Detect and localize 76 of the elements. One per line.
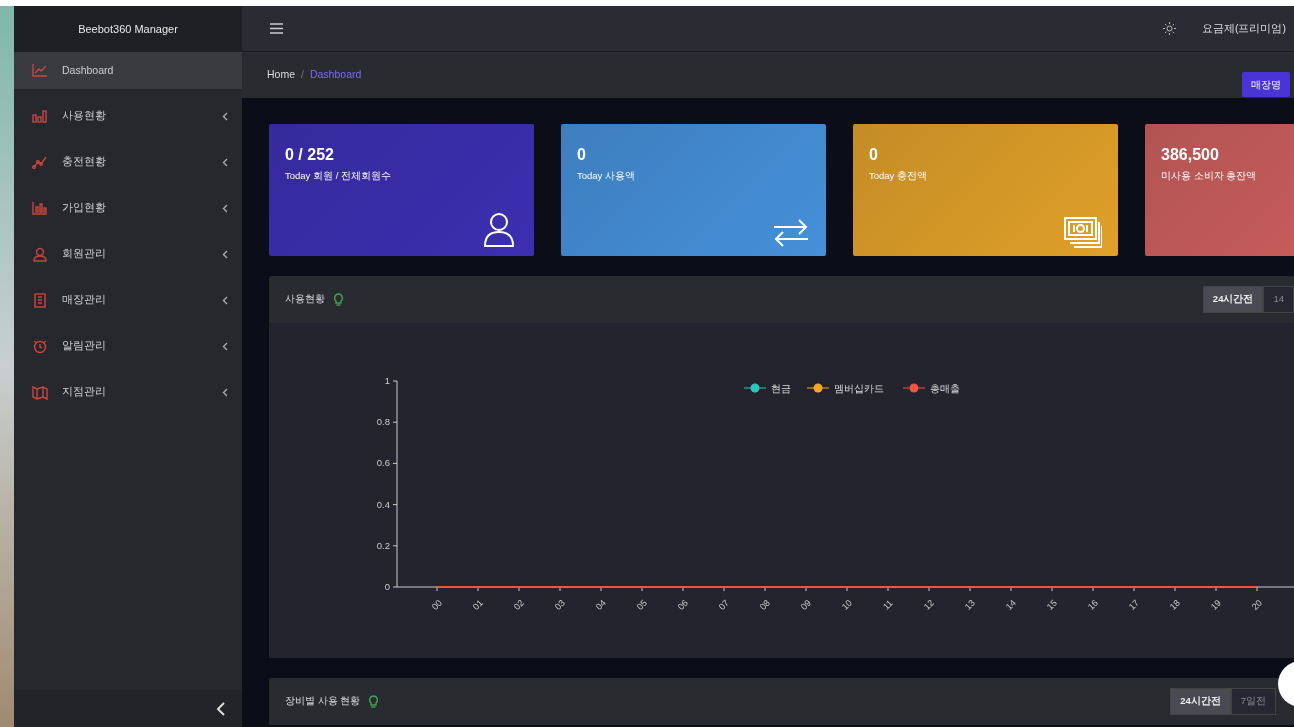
range-tab[interactable]: 24시간전 bbox=[1170, 688, 1231, 715]
legend-label[interactable]: 총매출 bbox=[930, 383, 960, 394]
menu-icon[interactable] bbox=[270, 23, 283, 34]
stat-label: Today 사용액 bbox=[577, 169, 636, 183]
x-tick-label: 09 bbox=[798, 597, 813, 612]
x-tick-label: 19 bbox=[1208, 597, 1223, 612]
x-tick-label: 12 bbox=[921, 597, 936, 612]
users-icon bbox=[32, 246, 48, 262]
lightbulb-icon bbox=[333, 293, 344, 306]
lightbulb-icon bbox=[368, 695, 380, 708]
stat-value: 0 bbox=[577, 145, 587, 165]
bar-chart-icon bbox=[32, 108, 48, 124]
store-button[interactable]: 매장명 bbox=[1242, 71, 1290, 97]
legend-marker-icon[interactable] bbox=[806, 383, 830, 393]
x-tick-label: 01 bbox=[470, 597, 485, 612]
alarm-clock-icon bbox=[32, 338, 48, 354]
stat-value: 386,500 bbox=[1161, 145, 1220, 165]
legend-label[interactable]: 멤버십카드 bbox=[834, 383, 884, 394]
stat-value: 0 bbox=[869, 145, 879, 165]
brand-title: Beebot360 Manager bbox=[14, 6, 242, 52]
y-tick-label: 0.8 bbox=[376, 416, 390, 428]
column-chart-icon bbox=[32, 200, 48, 216]
x-tick-label: 02 bbox=[511, 597, 526, 612]
sidebar-item[interactable]: Dashboard bbox=[14, 52, 242, 89]
x-tick-label: 20 bbox=[1249, 597, 1264, 612]
y-tick-label: 0.6 bbox=[376, 457, 390, 469]
x-tick-label: 15 bbox=[1044, 597, 1059, 612]
trend-chart-icon bbox=[32, 154, 48, 170]
sidebar-item[interactable]: 회원관리 bbox=[14, 231, 242, 277]
breadcrumb-item: Dashboard bbox=[309, 67, 362, 83]
sidebar-item[interactable]: 가입현황 bbox=[14, 185, 242, 231]
x-tick-label: 11 bbox=[881, 598, 895, 612]
x-tick-label: 06 bbox=[675, 597, 690, 612]
plan-label[interactable]: 요금제(프리미엄) bbox=[1202, 20, 1286, 37]
legend-label[interactable]: 현금 bbox=[771, 383, 791, 394]
building-icon bbox=[32, 292, 48, 308]
sidebar-item[interactable]: 지점관리 bbox=[14, 369, 242, 415]
map-icon bbox=[32, 384, 48, 400]
x-tick-label: 07 bbox=[716, 597, 731, 612]
x-tick-label: 10 bbox=[839, 597, 854, 612]
legend-marker-icon[interactable] bbox=[902, 383, 926, 393]
panel-title: 사용현황 bbox=[285, 292, 325, 307]
x-tick-label: 17 bbox=[1126, 597, 1141, 612]
sidebar-item[interactable]: 매장관리 bbox=[14, 277, 242, 323]
y-tick-label: 1 bbox=[384, 375, 390, 386]
x-tick-label: 18 bbox=[1167, 597, 1182, 612]
x-tick-label: 13 bbox=[962, 597, 977, 612]
sun-icon[interactable] bbox=[1163, 22, 1176, 35]
cash-icon bbox=[1064, 216, 1102, 248]
panel-title: 장비별 사용 현황 bbox=[285, 694, 361, 709]
breadcrumb-separator: / bbox=[301, 67, 304, 83]
x-tick-label: 05 bbox=[634, 597, 649, 612]
stat-label: 미사용 소비자 총잔액 bbox=[1161, 169, 1258, 183]
x-tick-label: 04 bbox=[593, 597, 608, 612]
y-tick-label: 0 bbox=[384, 581, 390, 592]
x-tick-label: 03 bbox=[552, 597, 567, 612]
range-tab[interactable]: 7일전 bbox=[1230, 688, 1276, 715]
legend-marker-icon[interactable] bbox=[743, 383, 767, 393]
range-tab[interactable]: 24시간전 bbox=[1202, 286, 1264, 313]
x-tick-label: 00 bbox=[429, 597, 444, 612]
stat-label: Today 회원 / 전체회원수 bbox=[285, 169, 392, 183]
x-tick-label: 14 bbox=[1003, 597, 1018, 612]
range-tab[interactable]: 14 bbox=[1263, 286, 1294, 313]
stat-value: 0 / 252 bbox=[285, 145, 335, 165]
line-chart-icon bbox=[32, 63, 48, 78]
transfer-arrows-icon bbox=[772, 218, 810, 248]
x-tick-label: 08 bbox=[757, 597, 772, 612]
breadcrumb-item[interactable]: Home bbox=[267, 67, 295, 83]
collapse-chevron-icon[interactable] bbox=[216, 701, 226, 716]
sidebar-item[interactable]: 알림관리 bbox=[14, 323, 242, 369]
stat-label: Today 충전액 bbox=[869, 169, 928, 183]
sidebar-item[interactable]: 충전현황 bbox=[14, 139, 242, 185]
y-tick-label: 0.4 bbox=[376, 498, 390, 510]
x-tick-label: 16 bbox=[1085, 597, 1100, 612]
y-tick-label: 0.2 bbox=[376, 539, 390, 551]
sidebar-item[interactable]: 사용현황 bbox=[14, 93, 242, 139]
